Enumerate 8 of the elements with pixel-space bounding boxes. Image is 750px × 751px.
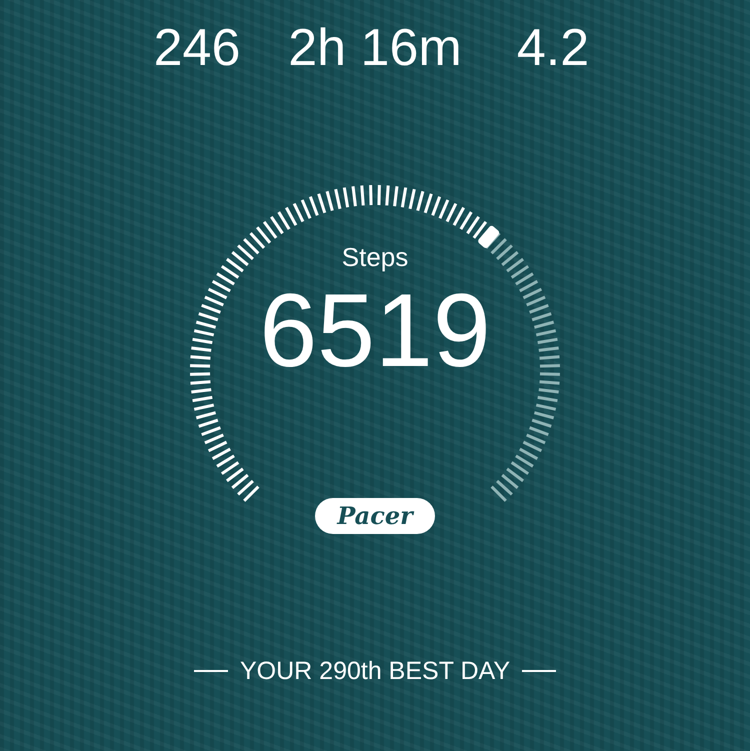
pacer-logo: Pacer [315, 498, 435, 534]
stat-value: 4.2 [516, 18, 590, 78]
steps-label: Steps [342, 242, 408, 272]
progress-knob [476, 224, 500, 250]
stat-value: 2h 16m [287, 18, 463, 78]
best-day-text: YOUR 290th BEST DAY [240, 656, 510, 686]
stat-value: 246 [152, 18, 242, 78]
steps-count: 6519 [259, 276, 491, 386]
